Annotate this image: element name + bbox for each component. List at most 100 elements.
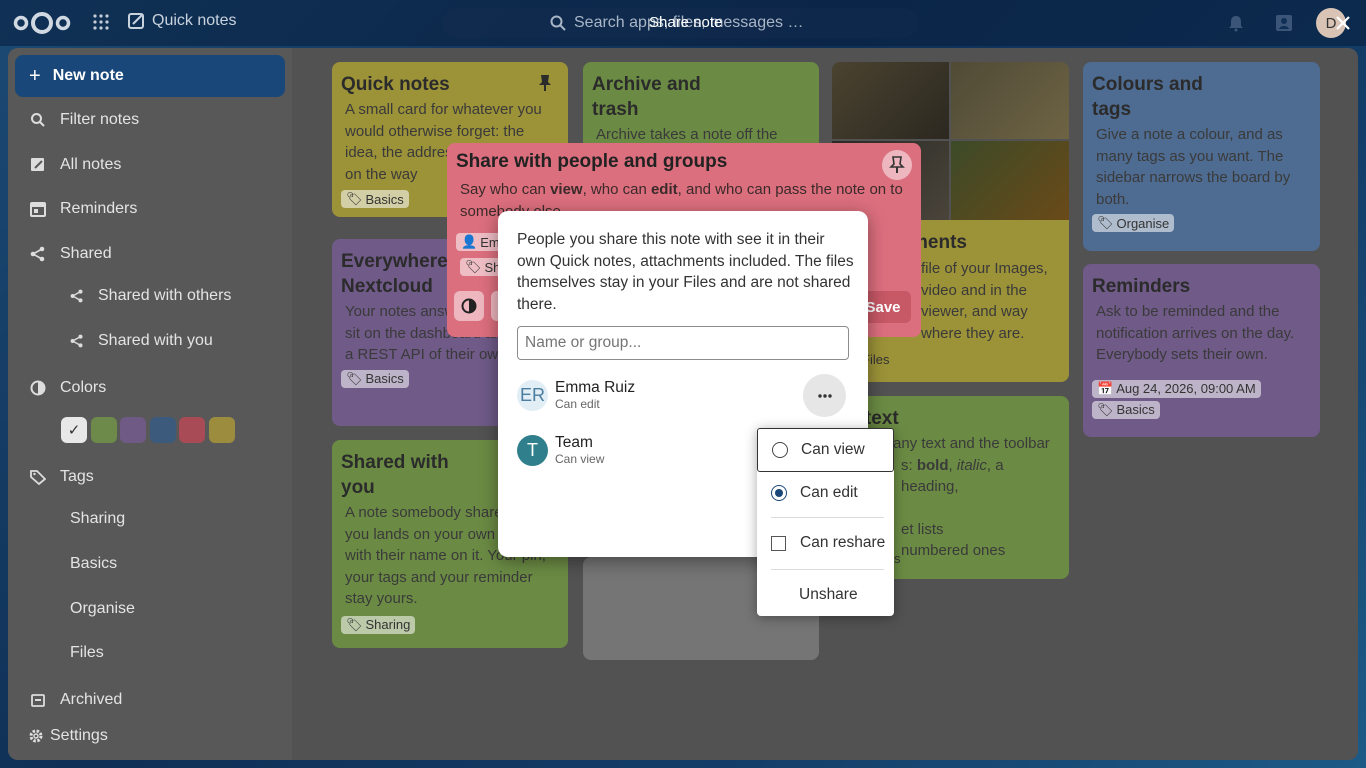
shared-with-you-item[interactable]: Shared with you (70, 323, 213, 359)
plus-icon: + (29, 64, 41, 87)
new-note-label: New note (52, 67, 124, 84)
share-entry-role: Can edit (555, 397, 600, 411)
app-name-label: Quick notes (152, 12, 237, 29)
all-notes-item[interactable]: All notes (16, 145, 284, 185)
tag-chip[interactable]: s (894, 551, 901, 566)
search-icon (550, 15, 566, 31)
tag-basics[interactable]: Basics (70, 555, 117, 573)
shared-item[interactable]: Shared (16, 234, 284, 274)
top-header: Quick notes Search apps, files, messages… (0, 0, 1366, 46)
avatar: ER (517, 379, 548, 411)
swatch-red[interactable] (179, 417, 205, 443)
menu-can-view[interactable]: Can view (757, 428, 894, 472)
archived-item[interactable]: Archived (16, 680, 284, 720)
share-dialog-text: People you share this note with see it i… (517, 231, 854, 313)
note-title: Reminders (1092, 276, 1191, 297)
menu-unshare[interactable]: Unshare (757, 576, 894, 614)
share-entry-info: Team Can view (555, 434, 604, 466)
notes-icon (31, 158, 44, 171)
more-horizontal-icon (817, 393, 832, 398)
share-icon (30, 246, 45, 262)
close-modal-icon[interactable] (1333, 13, 1353, 33)
share-icon (70, 289, 83, 303)
note-card-reminders[interactable]: Reminders Ask to be reminded and the not… (1083, 264, 1320, 437)
reminder-chip[interactable]: 📅 Aug 24, 2026, 09:00 AM (1092, 379, 1261, 398)
frog-image (951, 62, 1069, 139)
notifications-bell-icon[interactable] (1227, 14, 1245, 32)
swatch-blue[interactable] (150, 417, 176, 443)
tags-item[interactable]: Tags (16, 457, 284, 497)
calendar-icon: 📅 (1097, 380, 1114, 396)
share-entry-team: T Team Can view (517, 433, 604, 467)
contacts-icon[interactable] (1274, 13, 1294, 33)
tag-icon: 🏷 (1097, 401, 1114, 417)
tag-chip[interactable]: 🏷 Basics (341, 190, 409, 208)
share-name-input[interactable] (517, 326, 849, 360)
note-title-2: tags (1092, 99, 1132, 120)
checkbox-unchecked (771, 535, 786, 551)
menu-divider (771, 569, 884, 570)
bird-image (832, 62, 949, 139)
archive-icon (31, 694, 45, 707)
tag-icon: 🏷 (346, 616, 363, 632)
filter-notes-item[interactable]: Filter notes (16, 100, 284, 140)
note-title: Quick notes (341, 74, 450, 95)
share-entry-emma: ER Emma Ruiz Can edit (517, 378, 635, 412)
tag-icon (30, 470, 46, 485)
swatch-all[interactable]: ✓ (61, 417, 87, 443)
notes-app-icon (128, 13, 144, 29)
menu-can-edit[interactable]: Can edit (757, 474, 894, 512)
all-notes-label: All notes (60, 156, 122, 173)
modal-title: Share note (649, 14, 723, 31)
archived-label: Archived (60, 691, 123, 708)
share-entry-name: Team (555, 434, 593, 451)
permission-menu: Can view Can edit Can reshare Unshare (757, 428, 894, 616)
nextcloud-logo[interactable] (12, 9, 72, 37)
tag-icon: 🏷 (465, 259, 482, 274)
swatch-purple[interactable] (120, 417, 146, 443)
share-card-title: Share with people and groups (456, 151, 728, 172)
menu-label: Can reshare (800, 534, 886, 551)
contrast-icon (30, 380, 46, 396)
tag-chip[interactable]: 🏷 Organise (1092, 214, 1175, 232)
share-entry-more-button[interactable] (803, 374, 846, 417)
person-icon: 👤 (461, 234, 478, 249)
share-entry-info: Emma Ruiz Can edit (555, 379, 635, 411)
pin-icon (889, 156, 905, 173)
menu-label: Unshare (799, 586, 858, 603)
note-body: Ask to be reminded and the notification … (1096, 303, 1295, 363)
toucan-image (951, 141, 1069, 220)
colors-item[interactable]: Colors (16, 368, 284, 408)
pin-button[interactable] (882, 150, 912, 180)
tag-sharing[interactable]: Sharing (70, 510, 125, 528)
reminders-label: Reminders (60, 200, 138, 217)
tag-chip[interactable]: 🏷 Basics (341, 369, 409, 388)
note-title-1: Archive and (592, 74, 701, 95)
menu-can-reshare[interactable]: Can reshare (757, 524, 894, 562)
colors-label: Colors (60, 379, 107, 396)
navigation-sidebar: + New note Filter notes All notes Remind… (8, 48, 292, 760)
filter-notes-label: Filter notes (60, 111, 140, 128)
tag-organise[interactable]: Organise (70, 600, 135, 618)
swatch-green[interactable] (91, 417, 117, 443)
settings-label: Settings (50, 727, 108, 744)
note-card-colours[interactable]: Colours and tags Give a note a colour, a… (1083, 62, 1320, 251)
note-title-1: Colours and (1092, 74, 1203, 95)
color-picker-button[interactable] (454, 291, 484, 321)
shared-with-others-item[interactable]: Shared with others (70, 278, 231, 314)
settings-item[interactable]: Settings (8, 716, 276, 756)
menu-label: Can edit (800, 484, 858, 501)
gear-icon (29, 729, 43, 743)
new-note-button[interactable]: + New note (15, 55, 285, 97)
app-name[interactable]: Quick notes (128, 12, 236, 30)
contrast-icon (461, 298, 477, 314)
reminders-item[interactable]: Reminders (16, 189, 284, 229)
tag-files[interactable]: Files (70, 644, 104, 662)
tag-chip[interactable]: 🏷 Basics (1092, 400, 1160, 419)
radio-checked (771, 485, 787, 501)
swatch-yellow[interactable] (209, 417, 235, 443)
share-entry-role: Can view (555, 452, 605, 466)
tag-chip[interactable]: 🏷Sharing (341, 615, 416, 634)
pin-icon[interactable] (537, 74, 553, 92)
app-grid-icon[interactable] (92, 13, 110, 31)
